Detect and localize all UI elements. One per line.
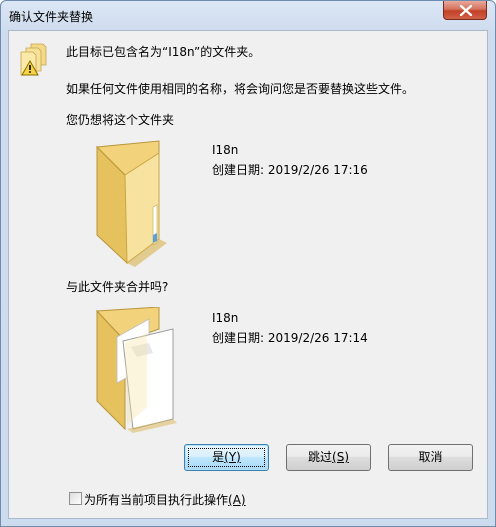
close-button[interactable] [443, 1, 487, 20]
skip-button[interactable]: 跳过(S) [286, 444, 371, 471]
apply-all-label-text: 为所有当前项目执行此操作 [84, 493, 229, 507]
apply-all-label[interactable]: 为所有当前项目执行此操作(A) [84, 491, 246, 508]
confirm-folder-replace-dialog: 确认文件夹替换 此目标已包含名为“I18n”的文件夹。 如果任何文件使用相同的名… [0, 0, 496, 527]
message-line-2: 如果任何文件使用相同的名称，将会询问您是否要替换这些文件。 [66, 82, 415, 96]
message-line-1: 此目标已包含名为“I18n”的文件夹。 [66, 45, 261, 59]
existing-folder-created: 创建日期: 2019/2/26 17:16 [212, 163, 368, 177]
apply-all-label-key: (A) [228, 493, 246, 507]
skip-button-key: (S) [332, 450, 349, 464]
new-folder-created: 创建日期: 2019/2/26 17:14 [212, 331, 368, 345]
dialog-body: 此目标已包含名为“I18n”的文件夹。 如果任何文件使用相同的名称，将会询问您是… [8, 30, 488, 519]
window-title: 确认文件夹替换 [9, 10, 94, 24]
existing-folder-icon[interactable] [87, 139, 177, 267]
new-folder-name: I18n [212, 311, 239, 325]
skip-button-label: 跳过 [308, 450, 333, 464]
close-icon [459, 5, 473, 16]
message-prompt: 您仍想将这个文件夹 [66, 113, 175, 127]
yes-button[interactable]: 是(Y) [184, 444, 269, 471]
merge-prompt: 与此文件夹合并吗? [66, 280, 169, 294]
title-bar[interactable]: 确认文件夹替换 [1, 1, 495, 29]
apply-all-checkbox[interactable] [69, 492, 82, 505]
focus-rect [188, 448, 265, 467]
folder-warning-icon [20, 43, 47, 76]
new-folder-icon[interactable] [87, 307, 183, 435]
cancel-button[interactable]: 取消 [388, 444, 473, 471]
existing-folder-name: I18n [212, 143, 239, 157]
